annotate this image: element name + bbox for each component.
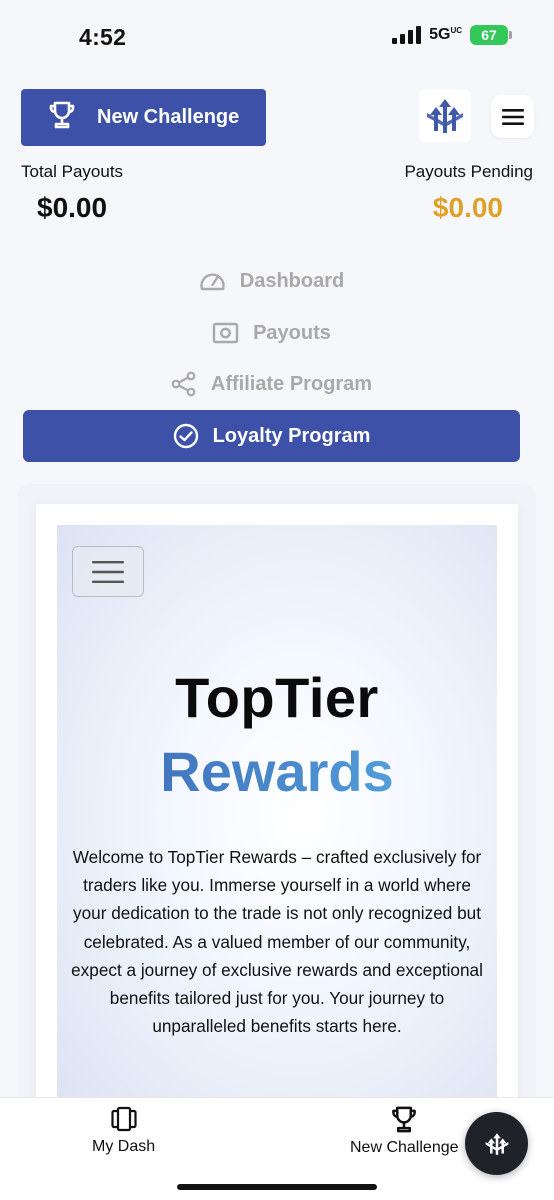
nav-item-dashboard[interactable]: Dashboard xyxy=(23,259,520,303)
nav-item-affiliate-program[interactable]: Affiliate Program xyxy=(23,362,520,406)
nav-item-payouts[interactable]: Payouts xyxy=(23,311,520,355)
floating-action-button[interactable] xyxy=(465,1112,528,1175)
trophy-icon xyxy=(392,1106,417,1133)
new-challenge-button[interactable]: New Challenge xyxy=(21,89,266,146)
payouts-pending-value: $0.00 xyxy=(432,192,503,223)
cards-icon xyxy=(110,1106,137,1132)
status-time: 4:52 xyxy=(79,24,127,50)
battery-icon: 67 xyxy=(470,25,512,45)
hero-title-rewards: Rewards xyxy=(57,739,497,804)
signal-icon xyxy=(392,26,422,44)
speedometer-icon xyxy=(200,273,225,291)
hero-menu-toggle-button[interactable] xyxy=(72,546,144,597)
tab-label-my-dash: My Dash xyxy=(92,1138,156,1155)
new-challenge-label: New Challenge xyxy=(97,106,240,128)
network-type: 5GUC xyxy=(429,26,462,43)
status-indicators: 5GUC 67 xyxy=(392,25,512,45)
rewards-hero: TopTier Rewards Welcome to TopTier Rewar… xyxy=(57,525,497,1125)
total-payouts-value: $0.00 xyxy=(37,192,108,223)
nav-label-payouts: Payouts xyxy=(253,321,331,344)
hamburger-icon xyxy=(92,560,124,583)
status-bar: 4:52 5GUC 67 xyxy=(0,0,554,76)
total-payouts-label: Total Payouts xyxy=(21,162,124,181)
home-indicator xyxy=(177,1184,377,1190)
hamburger-icon xyxy=(501,108,524,125)
tab-new-challenge[interactable]: New Challenge xyxy=(350,1106,459,1157)
nav-label-dashboard: Dashboard xyxy=(239,269,345,292)
toptier-logo-icon xyxy=(485,1132,508,1155)
hero-title-toptier: TopTier xyxy=(175,666,379,729)
check-circle-icon xyxy=(173,423,198,449)
tab-label-new-challenge: New Challenge xyxy=(350,1139,459,1156)
toptier-logo-icon[interactable] xyxy=(419,90,471,142)
hamburger-menu-button[interactable] xyxy=(491,95,534,138)
nav-label-loyalty: Loyalty Program xyxy=(212,424,371,447)
nav-item-loyalty-program[interactable]: Loyalty Program xyxy=(23,410,520,462)
nav-label-affiliate: Affiliate Program xyxy=(210,372,373,395)
battery-level: 67 xyxy=(481,27,497,43)
trophy-icon xyxy=(49,101,75,135)
share-icon xyxy=(171,371,196,397)
payouts-pending-label: Payouts Pending xyxy=(404,162,533,181)
cash-icon xyxy=(212,322,239,344)
tab-my-dash[interactable]: My Dash xyxy=(92,1106,155,1156)
hero-description: Welcome to TopTier Rewards – crafted exc… xyxy=(71,847,483,1037)
app-screen: 4:52 5GUC 67 New Challenge Total Payouts… xyxy=(0,0,554,1200)
